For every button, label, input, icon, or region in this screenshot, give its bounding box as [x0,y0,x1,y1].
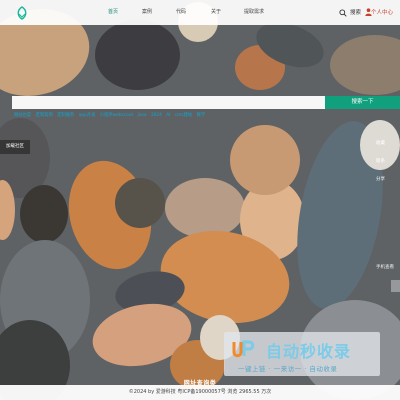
hot-tag[interactable]: app开发 [79,113,96,118]
auto-index-watermark: 自动秒收录 一键上链 · 一来访一 · 自动收录 [224,332,380,376]
hot-tag[interactable]: 定制案例 [36,113,53,118]
footer-copyright: ©2024 by 爱游科技 粤ICP备19000057号 浏览 2965.55 … [0,385,400,400]
search-icon[interactable] [339,9,347,17]
top-header: 首页 案例 代码 关于 提取需求 搜索 个人中心 [0,0,400,25]
side-marker [391,280,400,292]
nav-about[interactable]: 关于 [211,8,221,15]
right-link[interactable]: 分享 [376,176,385,182]
search-bar: 搜索一下 [12,96,400,109]
hot-tag[interactable]: 网站也是 [14,113,31,118]
right-link[interactable]: 收藏 [376,140,385,146]
header-search-label[interactable]: 搜索 [350,8,361,16]
hot-tag[interactable]: 定制服务 [57,113,74,118]
search-button[interactable]: 搜索一下 [325,96,400,109]
mobile-view-link[interactable]: 手机查看 [376,264,394,270]
nav-code[interactable]: 代码 [176,8,186,15]
hot-tag[interactable]: 小程序webscout [100,113,133,118]
nav-cases[interactable]: 案例 [142,8,152,15]
leaf-logo-icon[interactable] [14,5,30,21]
nav-home[interactable]: 首页 [108,8,118,15]
hot-tag[interactable]: AI [166,113,170,118]
watermark-title: 自动秒收录 [266,342,352,361]
hot-tag[interactable]: 2024 [151,113,162,118]
user-center-link[interactable]: 个人中心 [371,8,393,16]
hot-tags: 网站也是 定制案例 定制服务 app开发 小程序webscout java 20… [14,112,208,118]
watermark-logo-icon [232,340,255,358]
right-floating-links: 收藏 联系 分享 [376,140,385,194]
watermark-slogan: 一键上链 · 一来访一 · 自动收录 [238,365,338,373]
left-floating-tab[interactable]: 加载社区 [0,140,30,154]
hot-tag[interactable]: 数学 [197,113,206,118]
right-link[interactable]: 联系 [376,158,385,164]
hot-tag[interactable]: cms建站 [175,113,192,118]
nav-requests[interactable]: 提取需求 [244,8,264,15]
search-input[interactable] [12,96,312,109]
hot-tag[interactable]: java [138,113,147,118]
